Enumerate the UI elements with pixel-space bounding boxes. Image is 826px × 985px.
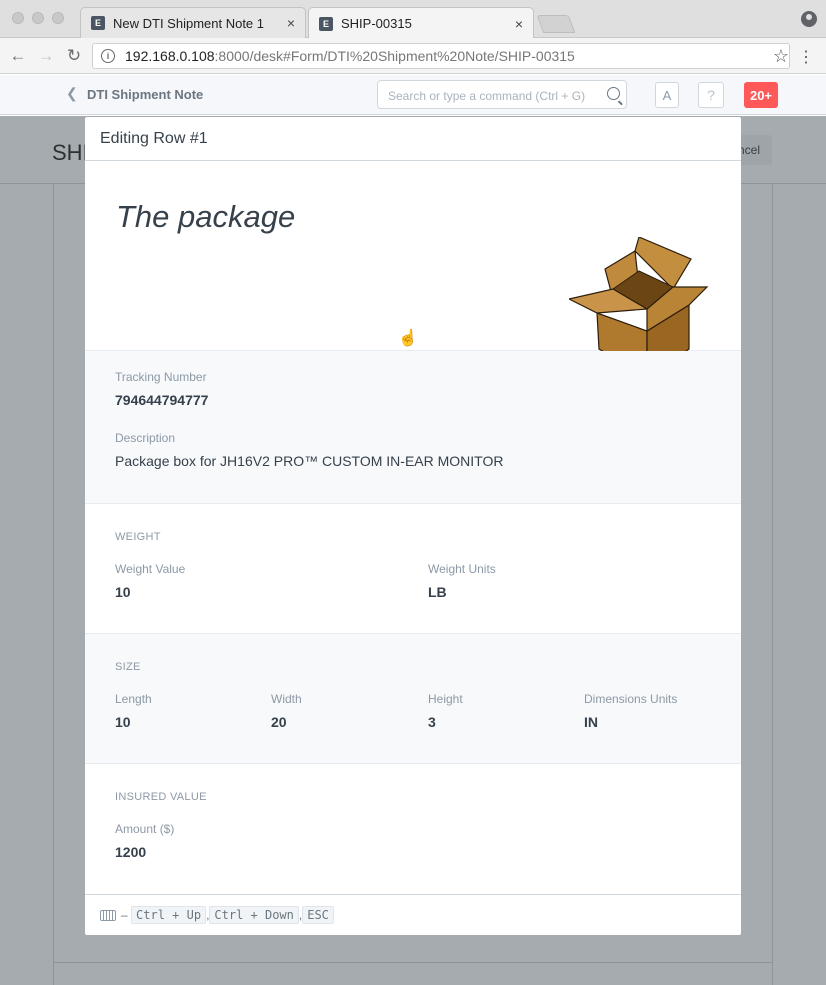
section-heading: SIZE: [115, 661, 141, 673]
weight-section: WEIGHT Weight Value 10 Weight Units LB: [85, 504, 741, 634]
section-heading: WEIGHT: [115, 531, 161, 543]
url-host: 192.168.0.108: [125, 48, 215, 64]
weight-units-field: Weight Units LB: [428, 562, 496, 600]
size-section: SIZE Length 10 Width 20 Height 3 Dimensi…: [85, 634, 741, 764]
background-form-title: SHI: [52, 140, 89, 165]
profile-icon[interactable]: [801, 11, 817, 27]
divider: [772, 184, 773, 985]
app-navbar: ❮ DTI Shipment Note Search or type a com…: [0, 75, 826, 115]
description-value: Package box for JH16V2 PRO™ CUSTOM IN-EA…: [115, 453, 504, 469]
browser-menu-icon[interactable]: ⋮: [798, 47, 814, 67]
weight-units-value: LB: [428, 584, 447, 600]
weight-value: 10: [115, 584, 131, 600]
tab-close-icon[interactable]: ×: [287, 15, 295, 31]
shortcut-key: Ctrl + Up: [131, 906, 207, 924]
field-label: Tracking Number: [115, 370, 207, 384]
tab-title: New DTI Shipment Note 1: [113, 15, 265, 31]
browser-tab-ship-00315[interactable]: E SHIP-00315 ×: [308, 7, 534, 39]
field-label: Weight Units: [428, 562, 496, 576]
user-avatar[interactable]: A: [655, 82, 679, 108]
width-value: 20: [271, 714, 287, 730]
tracking-number-value: 794644794777: [115, 392, 209, 408]
browser-tab-new-dti-shipment-note[interactable]: E New DTI Shipment Note 1 ×: [80, 7, 306, 38]
amount-field: Amount ($) 1200: [115, 822, 174, 860]
dialog-footer: – Ctrl + Up, Ctrl + Down, ESC: [85, 894, 741, 935]
field-label: Height: [428, 692, 463, 706]
address-bar[interactable]: i 192.168.0.108:8000/desk#Form/DTI%20Shi…: [92, 43, 790, 69]
browser-tab-strip: E New DTI Shipment Note 1 × E SHIP-00315…: [0, 0, 826, 39]
dialog-title: Editing Row #1: [85, 117, 741, 161]
shortcut-key: ESC: [302, 906, 334, 924]
hero-title: The package: [116, 199, 296, 234]
help-button[interactable]: ?: [698, 82, 724, 108]
tab-close-icon[interactable]: ×: [515, 16, 523, 32]
new-tab-button[interactable]: [536, 15, 576, 33]
description-field: Description Package box for JH16V2 PRO™ …: [115, 431, 503, 469]
dimensions-units-value: IN: [584, 714, 598, 730]
package-hero: The package: [85, 161, 741, 379]
bookmark-star-icon[interactable]: ☆: [773, 46, 789, 67]
height-value: 3: [428, 714, 436, 730]
hand-pointer-icon: ☝: [398, 330, 418, 347]
keyboard-icon: [100, 909, 116, 921]
field-label: Dimensions Units: [584, 692, 678, 706]
search-placeholder: Search or type a command (Ctrl + G): [388, 89, 586, 103]
info-icon[interactable]: i: [101, 49, 115, 63]
amount-value: 1200: [115, 844, 147, 860]
insured-value-section: INSURED VALUE Amount ($) 1200: [85, 764, 741, 894]
window-minimize-button[interactable]: [32, 12, 44, 24]
field-label: Amount ($): [115, 822, 175, 836]
window-close-button[interactable]: [12, 12, 24, 24]
divider: [53, 184, 54, 985]
width-field: Width 20: [271, 692, 302, 730]
field-label: Description: [115, 431, 176, 445]
package-details-section: Tracking Number 794644794777 Description…: [85, 351, 741, 504]
notifications-badge[interactable]: 20+: [744, 82, 778, 108]
tab-title: SHIP-00315: [341, 16, 412, 31]
divider: [53, 962, 773, 963]
edit-row-dialog: Editing Row #1 The package Tracking Numb…: [85, 117, 741, 935]
field-label: Length: [115, 692, 152, 706]
url-path: :8000/desk#Form/DTI%20Shipment%20Note/SH…: [214, 48, 575, 64]
shortcut-key: Ctrl + Down: [209, 906, 299, 924]
height-field: Height 3: [428, 692, 463, 730]
length-value: 10: [115, 714, 131, 730]
dimensions-units-field: Dimensions Units IN: [584, 692, 677, 730]
browser-toolbar: ← → ↻ i 192.168.0.108:8000/desk#Form/DTI…: [0, 38, 826, 74]
section-heading: INSURED VALUE: [115, 791, 207, 803]
field-label: Width: [271, 692, 302, 706]
forward-arrow-icon[interactable]: →: [36, 46, 56, 66]
awesome-bar-search-input[interactable]: Search or type a command (Ctrl + G): [377, 80, 627, 109]
weight-value-field: Weight Value 10: [115, 562, 185, 600]
search-icon: [607, 87, 620, 100]
field-label: Weight Value: [115, 562, 186, 576]
shortcut-separator: –: [121, 908, 128, 922]
window-maximize-button[interactable]: [52, 12, 64, 24]
reload-icon[interactable]: ↻: [64, 46, 84, 66]
tracking-number-field: Tracking Number 794644794777: [115, 370, 208, 408]
erpnext-favicon-icon: E: [91, 16, 105, 30]
breadcrumb-doctype-link[interactable]: DTI Shipment Note: [87, 87, 203, 102]
erpnext-favicon-icon: E: [319, 16, 333, 31]
chevron-left-icon[interactable]: ❮: [66, 85, 78, 102]
length-field: Length 10: [115, 692, 152, 730]
back-arrow-icon[interactable]: ←: [8, 46, 28, 66]
